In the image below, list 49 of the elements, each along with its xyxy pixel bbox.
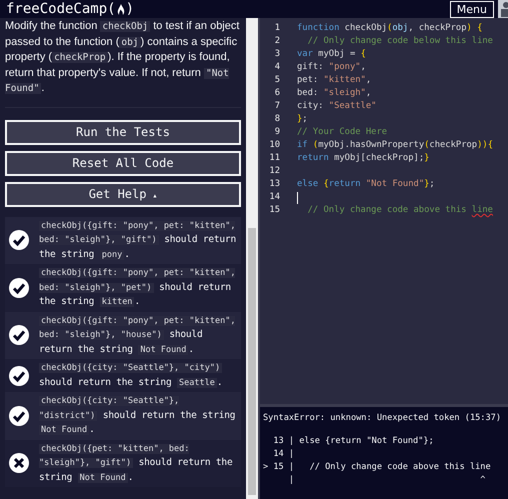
code-line: else {return "Not Found"}; <box>297 178 435 191</box>
line-number: 10 <box>268 139 280 152</box>
line-number: 6 <box>274 87 280 100</box>
code-editor[interactable] <box>260 18 508 404</box>
console-line: 13 | else {return "Not Found"}; <box>272 435 435 448</box>
code-line: var myObj = { <box>297 48 366 61</box>
action-button[interactable]: Get Help ▴ <box>5 182 241 206</box>
console-line: > 15 | // Only change code above this line <box>263 461 492 474</box>
line-number: 7 <box>274 100 280 113</box>
console-line: | ^ <box>288 474 486 487</box>
console-line: 14 | <box>272 448 296 461</box>
menu-button[interactable]: Menu <box>450 0 494 18</box>
line-number: 12 <box>268 165 280 178</box>
action-button[interactable]: Run the Tests <box>5 120 241 144</box>
flame-icon <box>116 2 126 16</box>
test-description: checkObj({city: "Seattle"}, "city") should return the string Seattle . <box>39 362 224 390</box>
code-line: // Only change code above this line <box>306 204 493 217</box>
test-description: checkObj({gift: "pony", pet: "kitten", bed: "sleigh"}, "house") should return the string Not Found . <box>39 314 236 356</box>
error-message: SyntaxError: unknown: Unexpected token (15:37) <box>263 413 502 423</box>
code-line: return myObj[checkProp];} <box>297 152 430 165</box>
line-number: 2 <box>274 35 280 48</box>
test-description: checkObj({gift: "pony", pet: "kitten", bed: "sleigh"}, "pet") should return the string kitten . <box>39 267 236 309</box>
code-line: }; <box>297 113 308 126</box>
code-line: // Only change code below this line <box>306 35 493 48</box>
code-line: if (myObj.hasOwnProperty(checkProp)){ <box>297 139 493 152</box>
test-description: checkObj({gift: "pony", pet: "kitten", bed: "sleigh"}, "gift") should return the string pony . <box>39 220 237 262</box>
line-number: 13 <box>268 178 280 191</box>
scrollbar[interactable] <box>246 18 258 499</box>
action-button[interactable]: Reset All Code <box>5 150 241 176</box>
code-line: // Your Code Here <box>297 126 388 139</box>
code-line: function checkObj(obj, checkProp) { <box>297 22 482 35</box>
line-number: 9 <box>274 126 280 139</box>
line-number: 8 <box>274 113 280 126</box>
line-number: 14 <box>268 191 280 204</box>
line-number: 11 <box>268 152 280 165</box>
test-description: checkObj({city: "Seattle"}, "district") should return the string Not Found . <box>39 395 236 437</box>
line-number: 15 <box>268 204 280 217</box>
code-line: city: "Seattle" <box>297 100 376 113</box>
line-number: 1 <box>274 22 280 35</box>
line-number: 4 <box>274 61 280 74</box>
line-number: 3 <box>274 48 280 61</box>
line-number: 5 <box>274 74 280 87</box>
test-description: checkObj({pet: "kitten", bed: "sleigh"}, "gift") should return the string Not Found . <box>39 442 234 484</box>
brand-name: freeCodeCamp( <box>6 1 116 17</box>
code-line: bed: "sleigh", <box>297 87 372 100</box>
challenge-description: Modify the function checkObj to test if an object passed to the function ( obj ) contains a specific property ( checkProp ). If the property is found, return that property's value. If not, return "Not Found" . <box>5 19 240 96</box>
code-line: pet: "kitten", <box>297 74 372 87</box>
brand-name-end: ) <box>126 1 134 17</box>
code-line: gift: "pony", <box>297 61 366 74</box>
